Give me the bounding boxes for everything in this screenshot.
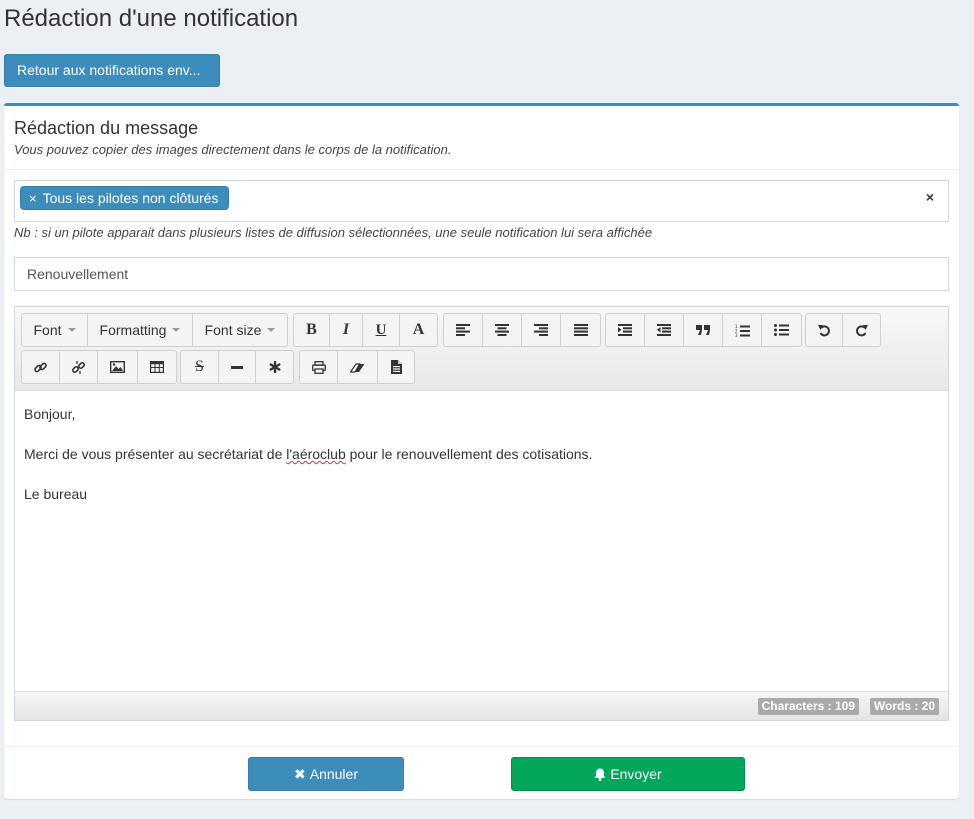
tag-remove-icon[interactable]: × <box>29 191 37 206</box>
strikethrough-button[interactable]: S <box>181 351 219 383</box>
editor-content[interactable]: Bonjour, Merci de vous présenter au secr… <box>15 391 948 691</box>
content-line: Le bureau <box>24 486 88 502</box>
align-center-icon <box>495 324 509 336</box>
italic-button[interactable]: I <box>330 314 363 346</box>
send-button[interactable]: Envoyer <box>511 757 745 791</box>
misc-group: S <box>180 350 294 384</box>
indent-button[interactable] <box>606 314 645 346</box>
blockquote-icon <box>696 325 710 335</box>
cancel-button[interactable]: ✖ Annuler <box>248 757 404 791</box>
misspelled-word: l'aéroclub <box>286 446 346 462</box>
back-to-notifications-button[interactable]: Retour aux notifications env... <box>4 54 220 87</box>
word-count-badge: Words : 20 <box>869 698 939 715</box>
unordered-list-button[interactable] <box>762 314 801 346</box>
special-char-icon <box>269 361 281 373</box>
history-group <box>805 313 881 347</box>
print-icon <box>311 360 326 374</box>
page-title: Rédaction d'une notification <box>4 5 299 32</box>
image-icon <box>110 361 125 373</box>
table-icon <box>150 361 164 373</box>
align-center-button[interactable] <box>483 314 522 346</box>
unlink-icon <box>72 360 85 374</box>
editor-status-bar: Characters : 109 Words : 20 <box>15 691 948 720</box>
chevron-down-icon <box>172 328 181 332</box>
editor-toolbar: Font Formatting Font size B I U A 1 2 3 … <box>15 307 948 391</box>
outdent-icon <box>657 324 671 336</box>
link-icon <box>34 362 47 372</box>
strikethrough-icon: S <box>195 358 204 375</box>
underline-icon: U <box>375 321 387 338</box>
chevron-down-icon <box>67 328 76 332</box>
underline-button[interactable]: U <box>363 314 400 346</box>
align-right-icon <box>534 324 548 336</box>
undo-icon <box>817 324 830 336</box>
insert-table-button[interactable] <box>138 351 176 383</box>
svg-text:3: 3 <box>735 333 738 337</box>
box-header: Rédaction du message Vous pouvez copier … <box>4 106 959 170</box>
redo-icon <box>856 324 868 336</box>
clear-format-icon <box>350 362 365 373</box>
font-size-dropdown[interactable]: Font size <box>193 314 287 346</box>
insert-image-button[interactable] <box>98 351 138 383</box>
print-button[interactable] <box>300 351 338 383</box>
content-line: Bonjour, <box>24 406 76 422</box>
horizontal-rule-button[interactable] <box>219 351 256 383</box>
align-justify-button[interactable] <box>561 314 600 346</box>
link-button[interactable] <box>22 351 60 383</box>
box-footer: ✖ Annuler Envoyer <box>4 746 959 799</box>
undo-button[interactable] <box>806 314 843 346</box>
content-line: Merci de vous présenter au secrétariat d… <box>24 446 593 462</box>
message-box: Rédaction du message Vous pouvez copier … <box>4 103 959 799</box>
redo-button[interactable] <box>843 314 880 346</box>
font-dropdown[interactable]: Font <box>22 314 88 346</box>
recipient-tag-label: Tous les pilotes non clôturés <box>42 190 219 206</box>
font-color-button[interactable]: A <box>400 314 437 346</box>
rich-text-editor: Font Formatting Font size B I U A 1 2 3 … <box>14 306 949 721</box>
blockquote-button[interactable] <box>684 314 723 346</box>
box-subtitle: Vous pouvez copier des images directemen… <box>14 142 452 157</box>
recipients-note: Nb : si un pilote apparait dans plusieur… <box>14 225 653 240</box>
align-right-button[interactable] <box>522 314 561 346</box>
horizontal-rule-icon <box>231 365 243 369</box>
outdent-button[interactable] <box>645 314 684 346</box>
ordered-list-button[interactable]: 123 <box>723 314 762 346</box>
align-justify-icon <box>573 324 588 336</box>
font-color-icon: A <box>412 321 425 338</box>
font-dropdown-group: Font Formatting Font size <box>21 313 288 347</box>
indent-icon <box>618 324 632 336</box>
bell-icon <box>594 768 606 781</box>
align-left-button[interactable] <box>444 314 483 346</box>
clear-format-button[interactable] <box>338 351 378 383</box>
bold-icon: B <box>306 321 317 338</box>
insert-group <box>21 350 177 384</box>
unlink-button[interactable] <box>60 351 98 383</box>
box-title: Rédaction du message <box>14 118 199 138</box>
unordered-list-icon <box>774 324 789 336</box>
recipients-select[interactable]: × Tous les pilotes non clôturés × <box>14 180 949 222</box>
source-button[interactable] <box>378 351 414 383</box>
block-format-group: 123 <box>605 313 802 347</box>
recipient-tag: × Tous les pilotes non clôturés <box>20 186 230 210</box>
clear-selection-icon[interactable]: × <box>926 189 934 205</box>
chevron-down-icon <box>267 328 276 332</box>
alignment-group <box>443 313 601 347</box>
source-icon <box>390 360 402 374</box>
character-count-badge: Characters : 109 <box>757 698 859 715</box>
italic-icon: I <box>342 321 350 338</box>
tools-group <box>299 350 415 384</box>
subject-input[interactable] <box>14 257 949 291</box>
formatting-dropdown[interactable]: Formatting <box>88 314 193 346</box>
close-icon: ✖ <box>294 765 306 782</box>
bold-button[interactable]: B <box>294 314 330 346</box>
align-left-icon <box>456 324 470 336</box>
text-style-group: B I U A <box>293 313 438 347</box>
ordered-list-icon: 123 <box>735 324 750 337</box>
special-character-button[interactable] <box>256 351 293 383</box>
